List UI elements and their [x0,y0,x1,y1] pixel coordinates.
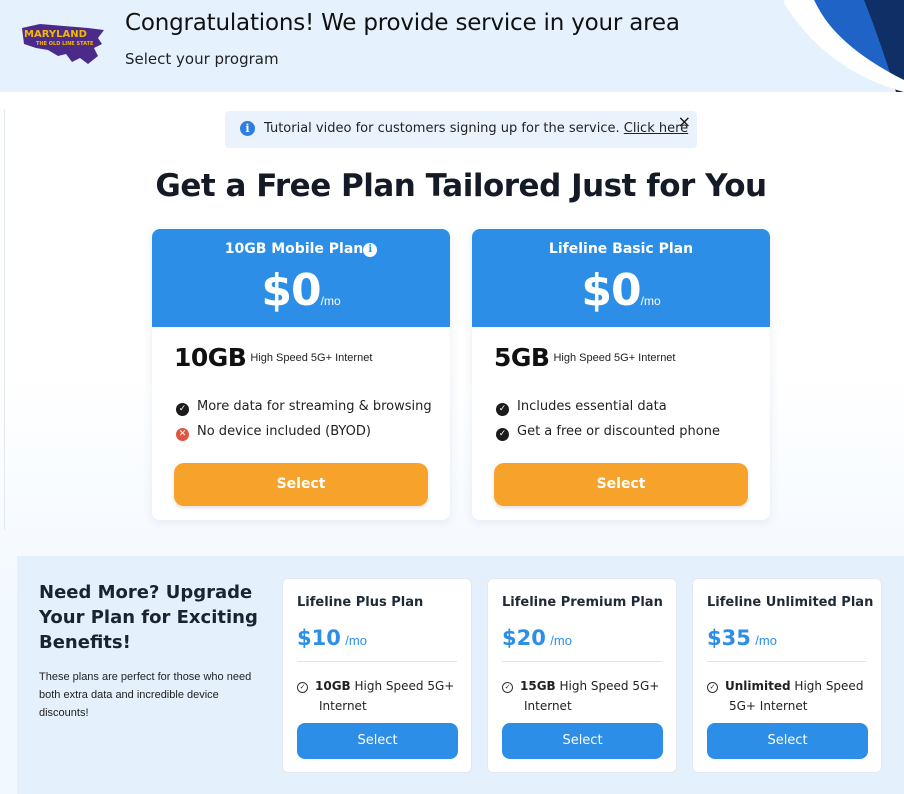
divider [502,661,662,662]
divider [297,661,457,662]
headline: Get a Free Plan Tailored Just for You [155,168,767,204]
header: MARYLAND THE OLD LINE STATE Congratulati… [0,0,904,92]
info-icon[interactable]: i [363,243,378,257]
divider [707,661,867,662]
upgrade-section: Need More? Upgrade Your Plan for Excitin… [17,556,904,794]
check-circle-icon: ✓ [502,682,513,693]
upgrade-plan-card: Lifeline Unlimited Plan $35 /mo ✓ Unlimit… [692,578,882,773]
plan-feature: ✓ Includes essential data [496,399,667,416]
select-button[interactable]: Select [174,463,428,506]
plan-price: $0/mo [581,265,661,316]
close-icon[interactable]: × [678,112,691,131]
plan-feature: ✓ Get a free or discounted phone [496,424,720,441]
check-icon: ✓ [496,403,509,416]
plan-price: $35 /mo [707,626,777,650]
plan-card-10gb: 10GB Mobile Plan i $0/mo 10GB High Speed 5… [152,229,450,520]
main-content: i Tutorial video for customers signing u… [0,92,904,794]
upgrade-title: Need More? Upgrade Your Plan for Excitin… [39,582,258,653]
svg-text:MARYLAND: MARYLAND [24,29,87,40]
plan-price: $10 /mo [297,626,367,650]
plan-name: 10GB Mobile Plan i [152,241,450,257]
select-button[interactable]: Select [707,723,868,759]
select-button[interactable]: Select [494,463,748,506]
page-subtitle: Select your program [125,50,279,68]
check-circle-icon: ✓ [297,682,308,693]
plan-data: 5GB High Speed 5G+ Internet [494,343,676,372]
plan-card-lifeline-basic: Lifeline Basic Plan $0/mo 5GB High Speed … [472,229,770,520]
info-icon: i [240,121,255,136]
plan-feature: ✓ Unlimited High Speed 5G+ Internet [707,676,872,716]
check-circle-icon: ✓ [707,682,718,693]
maryland-logo: MARYLAND THE OLD LINE STATE [22,24,104,64]
svg-text:THE OLD LINE STATE: THE OLD LINE STATE [36,41,94,47]
plan-feature: ✓ 10GB High Speed 5G+ Internet [297,676,462,716]
plan-name: Lifeline Basic Plan [548,241,694,257]
upgrade-plan-card: Lifeline Plus Plan $10 /mo ✓ 10GB High Sp… [282,578,472,773]
plan-feature: ✓ More data for streaming & browsing [176,399,432,416]
tutorial-banner: i Tutorial video for customers signing u… [225,111,697,148]
plan-price: $20 /mo [502,626,572,650]
upgrade-plan-card: Lifeline Premium Plan $20 /mo ✓ 15GB High… [487,578,677,773]
plan-name: Lifeline Premium Plan [502,595,663,610]
check-icon: ✓ [496,428,509,441]
plan-card-header: Lifeline Basic Plan $0/mo [472,229,770,327]
page-title: Congratulations! We provide service in y… [125,10,680,36]
upgrade-description: These plans are perfect for those who ne… [39,671,252,719]
plan-card-header: 10GB Mobile Plan i $0/mo [152,229,450,327]
plan-feature: ✓ 15GB High Speed 5G+ Internet [502,676,667,716]
corner-decoration [784,0,904,92]
select-button[interactable]: Select [502,723,663,759]
plan-data: 10GB High Speed 5G+ Internet [174,343,373,372]
plan-feature: ✕ No device included (BYOD) [176,424,371,441]
plan-name: Lifeline Unlimited Plan [707,595,874,610]
plan-name: Lifeline Plus Plan [297,595,424,610]
plan-price: $0/mo [261,265,341,316]
check-icon: ✓ [176,403,189,416]
select-button[interactable]: Select [297,723,458,759]
cross-icon: ✕ [176,428,189,441]
tutorial-text: Tutorial video for customers signing up … [264,121,689,136]
